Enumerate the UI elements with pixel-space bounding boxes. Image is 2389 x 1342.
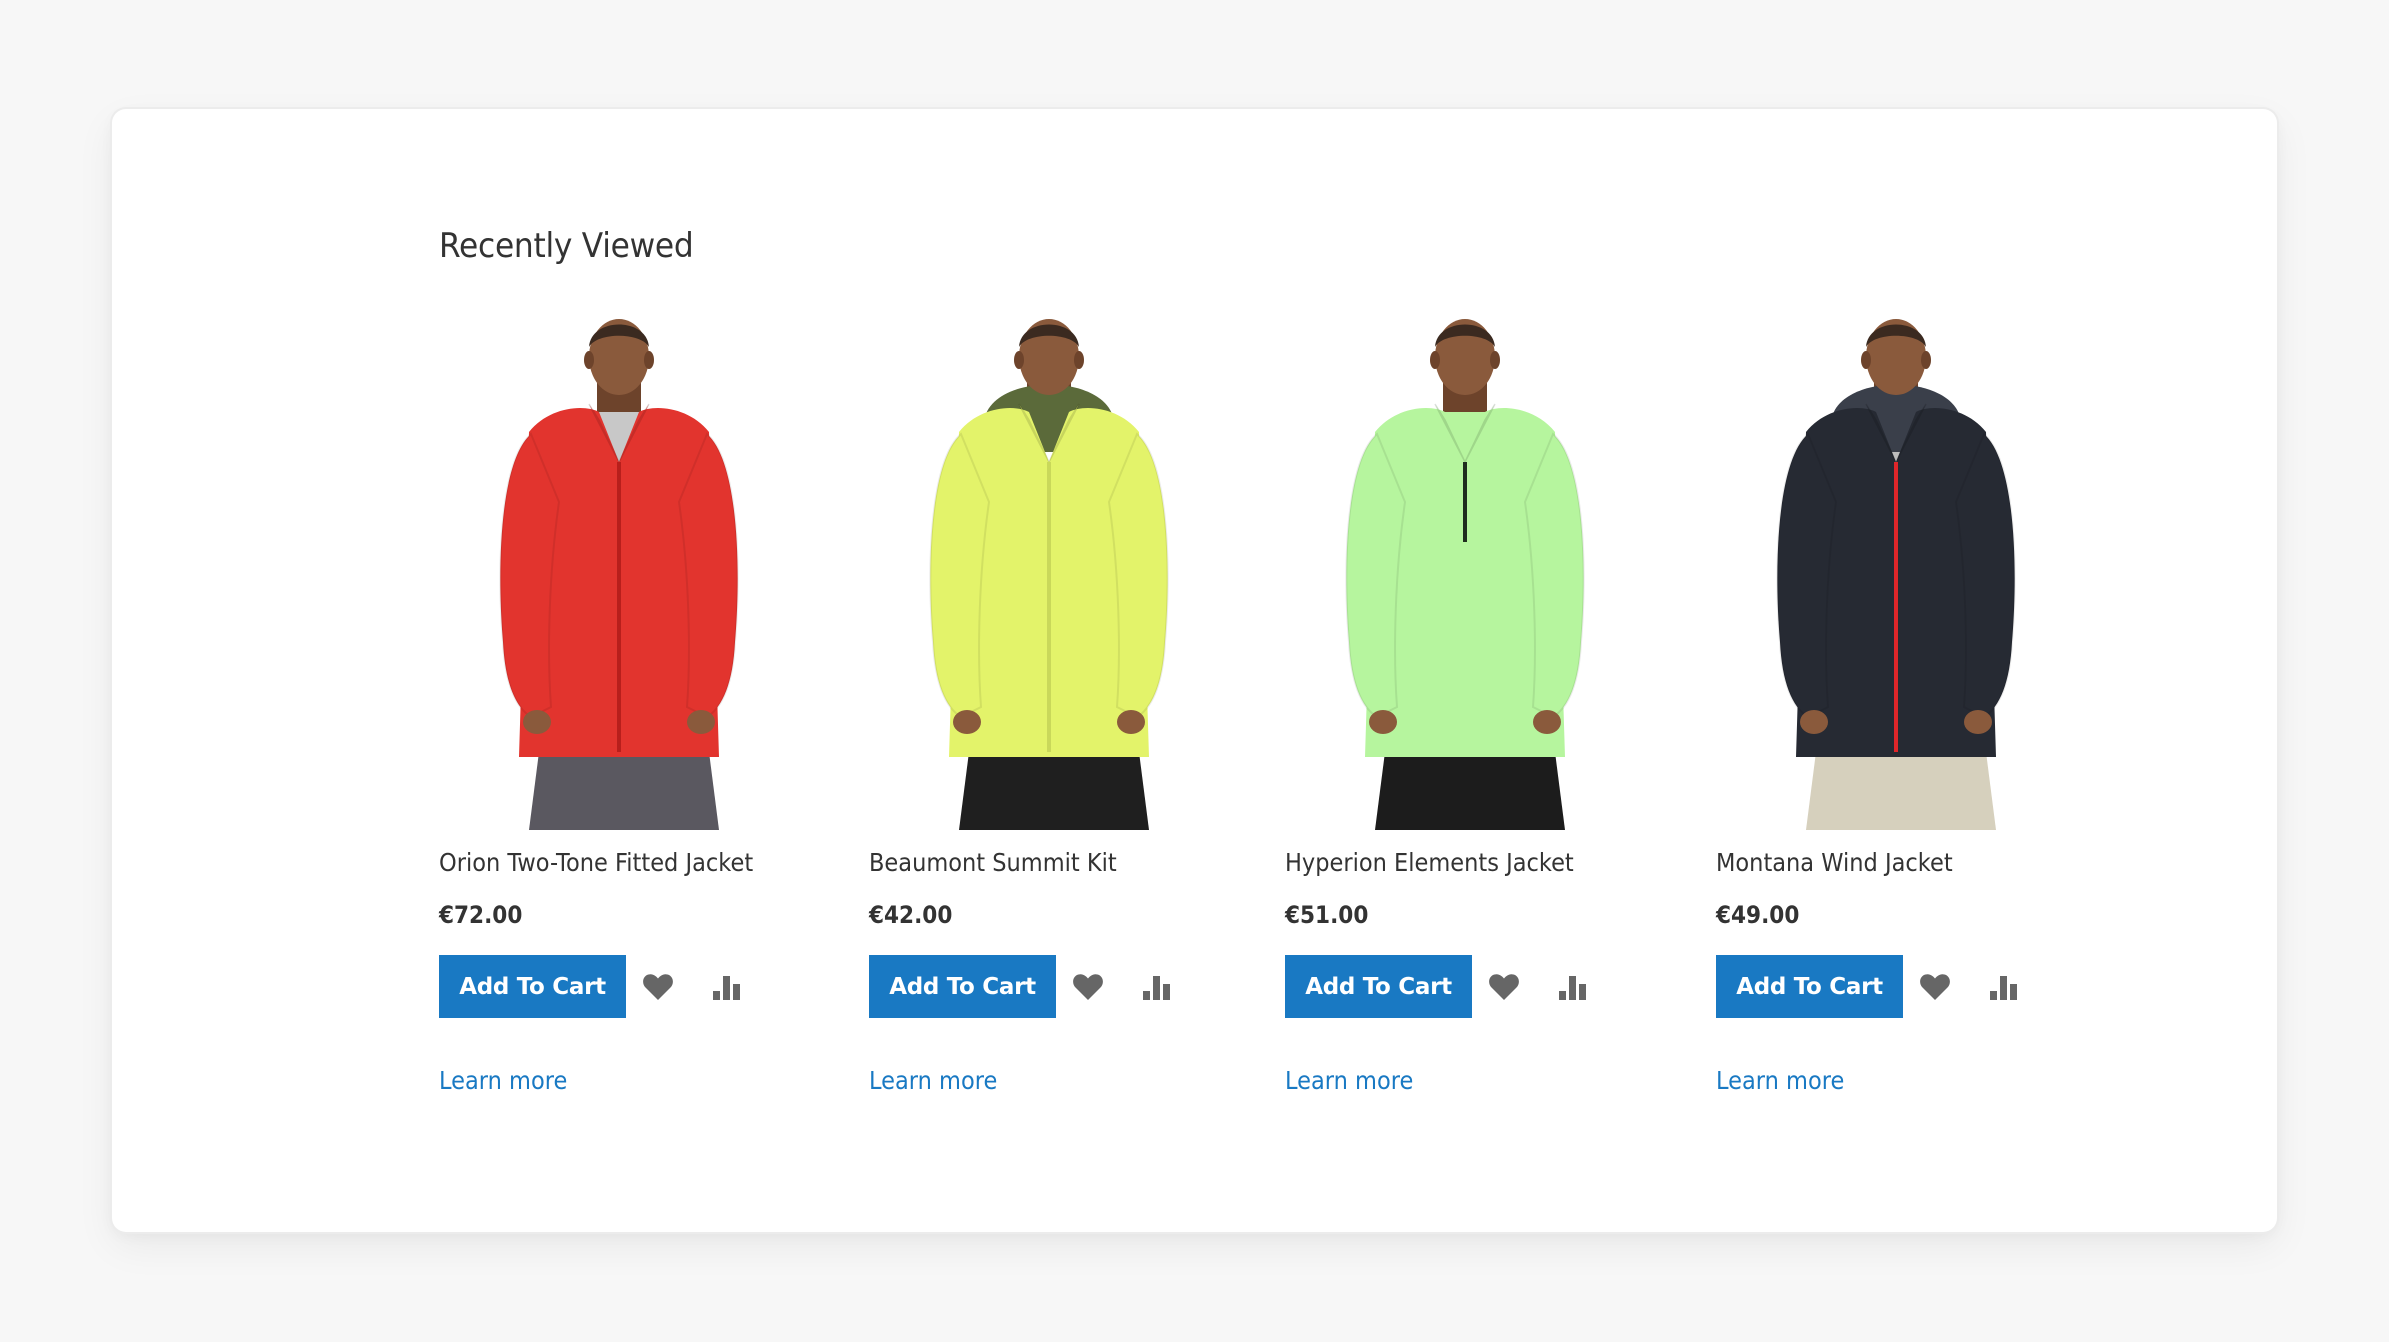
product-image[interactable] [1696, 312, 2096, 830]
product-item: Orion Two-Tone Fitted Jacket €72.00 Add … [419, 312, 839, 1095]
product-item: Hyperion Elements Jacket €51.00 Add To C… [1265, 312, 1685, 1095]
left-hand [1800, 710, 1828, 734]
product-image[interactable] [419, 312, 819, 830]
zipper [1047, 462, 1051, 752]
product-actions: Add To Cart [439, 955, 744, 1018]
left-ear [1861, 351, 1871, 369]
left-ear [584, 351, 594, 369]
product-name[interactable]: Montana Wind Jacket [1716, 848, 1953, 877]
left-hand [953, 710, 981, 734]
add-to-wishlist-button[interactable] [1072, 972, 1104, 1002]
product-actions: Add To Cart [869, 955, 1174, 1018]
right-ear [1490, 351, 1500, 369]
product-price: €42.00 [869, 901, 953, 929]
bar-chart-icon [713, 975, 740, 1000]
left-ear [1014, 351, 1024, 369]
learn-more-link[interactable]: Learn more [869, 1066, 997, 1095]
product-item: Beaumont Summit Kit €42.00 Add To Cart L… [849, 312, 1269, 1095]
product-price: €51.00 [1285, 901, 1369, 929]
bar-chart-icon [1143, 975, 1170, 1000]
pants [529, 752, 719, 830]
product-image[interactable] [1265, 312, 1665, 830]
add-to-wishlist-button[interactable] [1919, 972, 1951, 1002]
add-to-cart-button[interactable]: Add To Cart [1716, 955, 1903, 1018]
product-actions: Add To Cart [1285, 955, 1590, 1018]
right-hand [687, 710, 715, 734]
learn-more-link[interactable]: Learn more [439, 1066, 567, 1095]
right-ear [1074, 351, 1084, 369]
pants [1375, 752, 1565, 830]
zipper [617, 462, 621, 752]
heart-icon [1073, 973, 1103, 1000]
product-price: €49.00 [1716, 901, 1800, 929]
add-to-cart-button[interactable]: Add To Cart [1285, 955, 1472, 1018]
bar-chart-icon [1559, 975, 1586, 1000]
product-item: Montana Wind Jacket €49.00 Add To Cart L… [1696, 312, 2116, 1095]
pants [959, 752, 1149, 830]
right-hand [1964, 710, 1992, 734]
left-hand [523, 710, 551, 734]
heart-icon [643, 973, 673, 1000]
product-image[interactable] [849, 312, 1249, 830]
right-hand [1533, 710, 1561, 734]
right-ear [644, 351, 654, 369]
heart-icon [1920, 973, 1950, 1000]
add-to-cart-button[interactable]: Add To Cart [869, 955, 1056, 1018]
left-ear [1430, 351, 1440, 369]
learn-more-link[interactable]: Learn more [1716, 1066, 1844, 1095]
add-to-compare-button[interactable] [1140, 972, 1174, 1002]
pants [1806, 752, 1996, 830]
zipper [1894, 462, 1898, 752]
learn-more-link[interactable]: Learn more [1285, 1066, 1413, 1095]
add-to-compare-button[interactable] [710, 972, 744, 1002]
add-to-cart-button[interactable]: Add To Cart [439, 955, 626, 1018]
product-name[interactable]: Beaumont Summit Kit [869, 848, 1117, 877]
product-price: €72.00 [439, 901, 523, 929]
product-actions: Add To Cart [1716, 955, 2021, 1018]
add-to-wishlist-button[interactable] [642, 972, 674, 1002]
left-hand [1369, 710, 1397, 734]
bar-chart-icon [1990, 975, 2017, 1000]
heart-icon [1489, 973, 1519, 1000]
section-title: Recently Viewed [439, 226, 694, 266]
right-ear [1921, 351, 1931, 369]
right-hand [1117, 710, 1145, 734]
product-name[interactable]: Orion Two-Tone Fitted Jacket [439, 848, 753, 877]
add-to-wishlist-button[interactable] [1488, 972, 1520, 1002]
zipper [1463, 462, 1467, 542]
add-to-compare-button[interactable] [1556, 972, 1590, 1002]
product-name[interactable]: Hyperion Elements Jacket [1285, 848, 1574, 877]
add-to-compare-button[interactable] [1987, 972, 2021, 1002]
